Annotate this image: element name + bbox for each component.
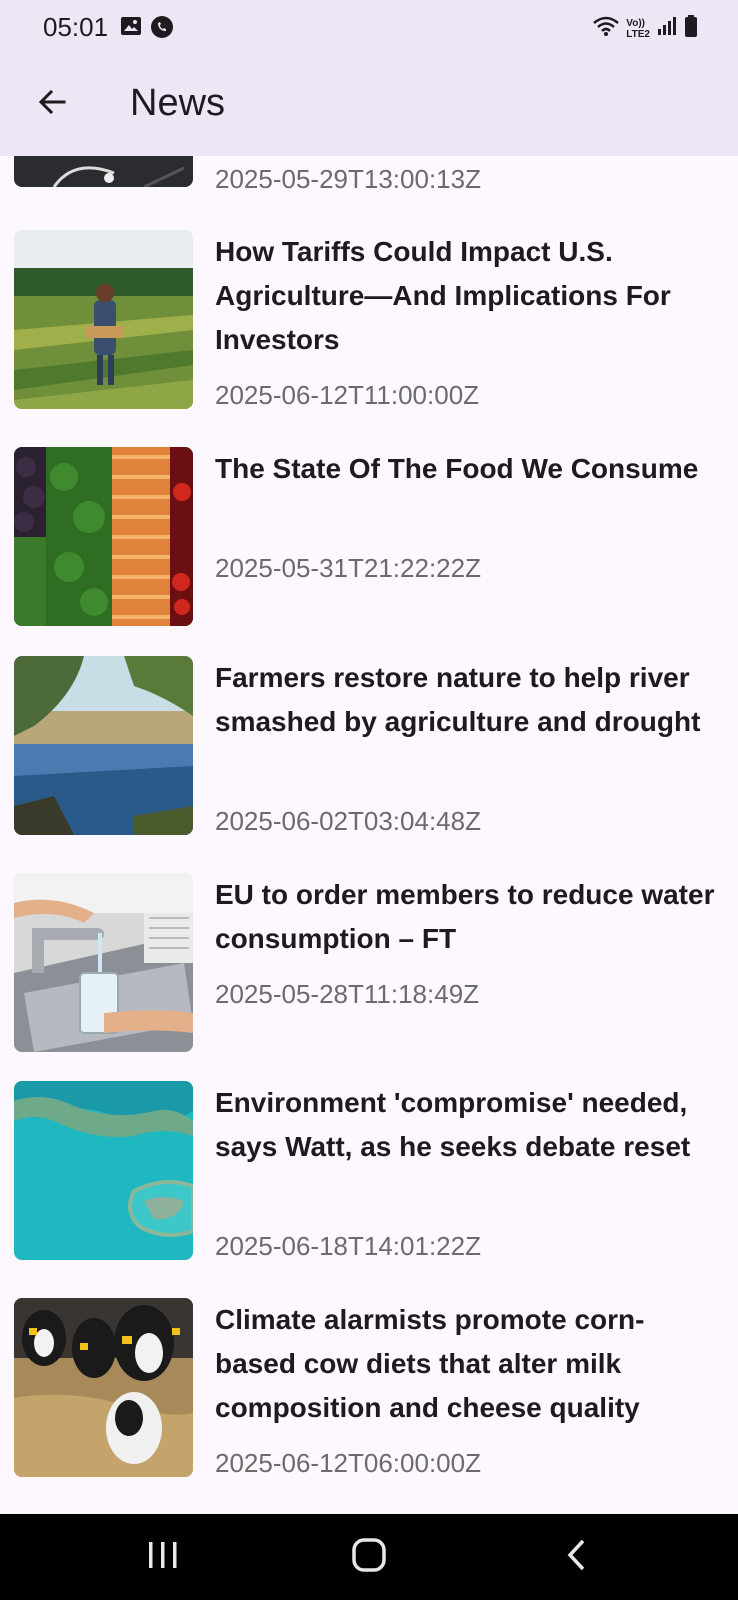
recents-icon (146, 1540, 180, 1575)
volte-label: Vo)) (626, 17, 645, 29)
home-icon (351, 1537, 387, 1578)
news-headline: Environment 'compromise' needed, says Wa… (215, 1087, 691, 1162)
news-timestamp: 2025-05-31T21:22:22Z (215, 553, 481, 583)
wifi-icon (592, 15, 620, 42)
river-image (14, 656, 193, 835)
news-timestamp: 2025-06-12T06:00:00Z (215, 1448, 481, 1478)
news-item[interactable]: How Tariffs Could Impact U.S. Agricultur… (0, 230, 738, 420)
news-timestamp: 2025-06-12T11:00:00Z (215, 380, 480, 410)
gallery-icon (120, 15, 142, 44)
news-item[interactable]: Environment 'compromise' needed, says Wa… (0, 1081, 738, 1271)
news-item[interactable]: EU to order members to reduce water cons… (0, 873, 738, 1053)
volte-indicator: Vo)) LTE2 (626, 18, 650, 40)
signal-icon (656, 15, 678, 42)
news-headline: EU to order members to reduce water cons… (215, 879, 715, 954)
system-nav-bar (0, 1514, 738, 1600)
farmer-field-image (14, 230, 193, 409)
status-bar: 05:01 Vo)) LTE2 (0, 0, 738, 56)
partial-dark-image (14, 156, 193, 187)
news-headline: Farmers restore nature to help river sma… (215, 662, 701, 737)
back-button[interactable] (30, 82, 74, 126)
network-label: LTE2 (626, 28, 650, 40)
battery-icon (684, 14, 698, 43)
news-headline: Climate alarmists promote corn-based cow… (215, 1304, 645, 1423)
water-tap-image (14, 873, 193, 1052)
news-timestamp: 2025-05-29T13:00:13Z (215, 164, 481, 194)
news-headline: How Tariffs Could Impact U.S. Agricultur… (215, 236, 671, 355)
news-timestamp: 2025-06-02T03:04:48Z (215, 806, 481, 836)
vegetables-image (14, 447, 193, 626)
news-headline: The State Of The Food We Consume (215, 453, 699, 484)
news-timestamp: 2025-06-18T14:01:22Z (215, 1231, 481, 1261)
cows-image (14, 1298, 193, 1477)
news-item[interactable]: 2025-05-29T13:00:13Z (0, 156, 738, 196)
news-item[interactable]: Farmers restore nature to help river sma… (0, 656, 738, 846)
page-title: News (130, 82, 226, 124)
home-button[interactable] (344, 1534, 394, 1580)
back-chevron-icon (565, 1538, 589, 1577)
whatsapp-icon (150, 15, 174, 44)
news-timestamp: 2025-05-28T11:18:49Z (215, 979, 480, 1009)
app-bar: News (0, 56, 738, 156)
nav-back-button[interactable] (552, 1534, 602, 1580)
news-item[interactable]: Climate alarmists promote corn-based cow… (0, 1298, 738, 1488)
status-time: 05:01 (43, 12, 109, 42)
reef-image (14, 1081, 193, 1260)
news-item[interactable]: The State Of The Food We Consume 2025-05… (0, 447, 738, 627)
arrow-back-icon (36, 86, 68, 123)
news-list[interactable]: 2025-05-29T13:00:13Z How Tariffs Could I… (0, 156, 738, 1514)
recents-button[interactable] (138, 1534, 188, 1580)
